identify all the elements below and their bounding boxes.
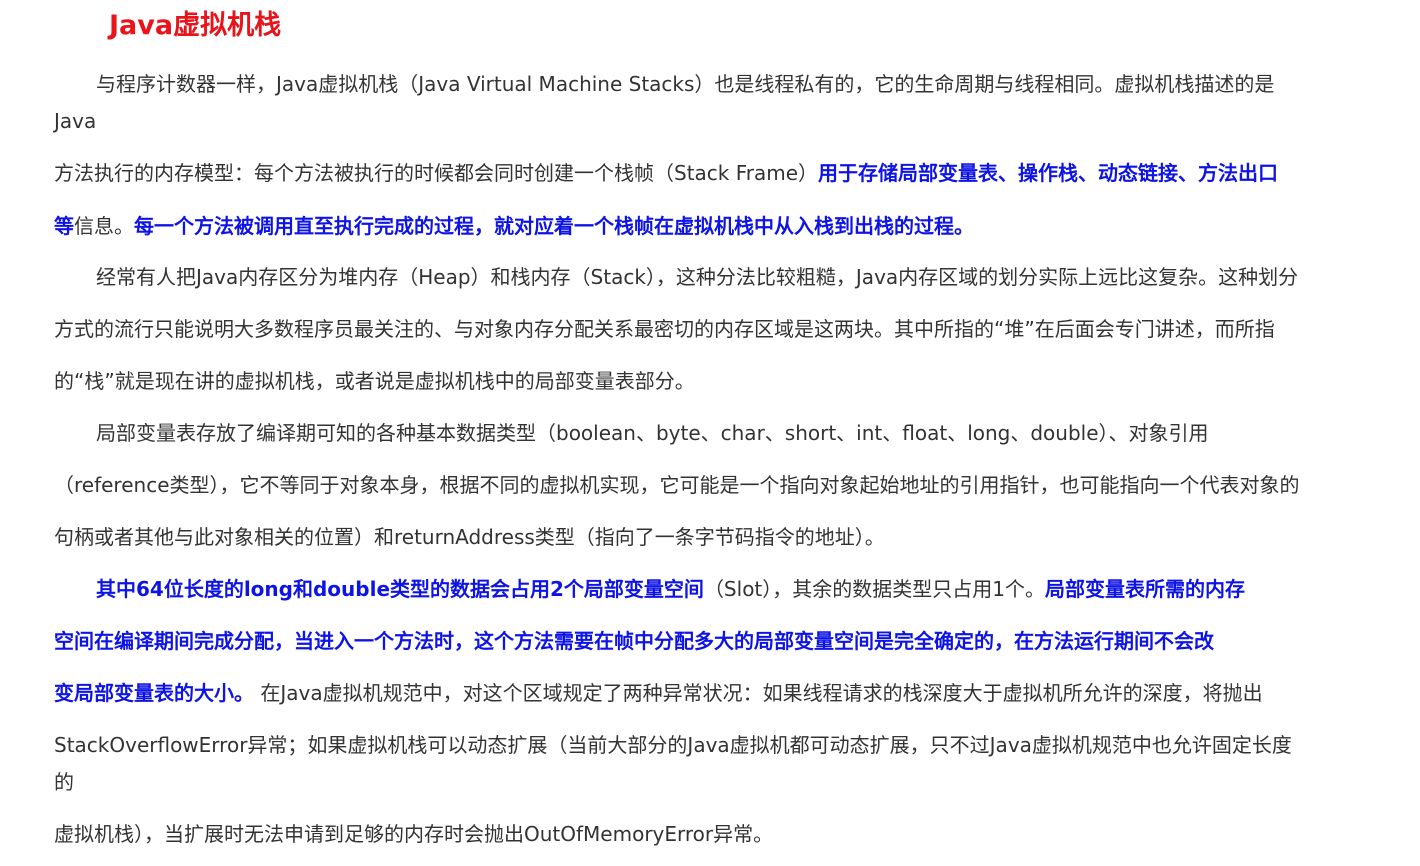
text-segment: 虚拟机栈），当扩展时无法申请到足够的内存时会抛出OutOfMemoryError… bbox=[54, 822, 774, 846]
paragraph-3-line-1: 局部变量表存放了编译期可知的各种基本数据类型（boolean、byte、char… bbox=[96, 418, 1209, 448]
highlight-text: 等 bbox=[54, 214, 74, 238]
paragraph-4-line-6: 虚拟机栈），当扩展时无法申请到足够的内存时会抛出OutOfMemoryError… bbox=[54, 819, 773, 849]
paragraph-2-line-1: 经常有人把Java内存区分为堆内存（Heap）和栈内存（Stack），这种分法比… bbox=[96, 262, 1298, 292]
paragraph-3-line-3: 句柄或者其他与此对象相关的位置）和returnAddress类型（指向了一条字节… bbox=[54, 522, 885, 552]
text-segment: 在Java虚拟机规范中，对这个区域规定了两种异常状况：如果线程请求的栈深度大于虚… bbox=[254, 681, 1263, 705]
text-segment: 的“栈”就是现在讲的虚拟机栈，或者说是虚拟机栈中的局部变量表部分。 bbox=[54, 369, 695, 393]
paragraph-2-line-2: 方式的流行只能说明大多数程序员最关注的、与对象内存分配关系最密切的内存区域是这两… bbox=[54, 314, 1275, 344]
paragraph-3-line-2: （reference类型），它不等同于对象本身，根据不同的虚拟机实现，它可能是一… bbox=[54, 470, 1300, 500]
text-segment: Java bbox=[54, 109, 97, 133]
highlight-text: 变局部变量表的大小。 bbox=[54, 681, 254, 705]
paragraph-4-line-3: 变局部变量表的大小。 在Java虚拟机规范中，对这个区域规定了两种异常状况：如果… bbox=[54, 678, 1263, 708]
highlight-text: 用于存储局部变量表、操作栈、动态链接、方法出口 bbox=[818, 161, 1279, 185]
highlight-text: 局部变量表所需的内存 bbox=[1045, 577, 1245, 601]
paragraph-4-line-4: StackOverflowError异常；如果虚拟机栈可以动态扩展（当前大部分的… bbox=[54, 730, 1292, 760]
text-segment: 方法执行的内存模型：每个方法被执行的时候都会同时创建一个栈帧（Stack Fra… bbox=[54, 161, 819, 185]
text-segment: 信息。 bbox=[74, 214, 134, 238]
text-segment: 句柄或者其他与此对象相关的位置）和returnAddress类型（指向了一条字节… bbox=[54, 525, 885, 549]
highlight-text: 其中64位长度的long和double类型的数据会占用2个局部变量空间 bbox=[96, 577, 704, 601]
highlight-text: 每一个方法被调用直至执行完成的过程，就对应着一个栈帧在虚拟机栈中从入栈到出栈的过… bbox=[134, 214, 974, 238]
text-segment: 与程序计数器一样，Java虚拟机栈（Java Virtual Machine S… bbox=[96, 72, 1275, 96]
paragraph-1-line-3: 方法执行的内存模型：每个方法被执行的时候都会同时创建一个栈帧（Stack Fra… bbox=[54, 158, 1278, 188]
paragraph-4-line-2: 空间在编译期间完成分配，当进入一个方法时，这个方法需要在帧中分配多大的局部变量空… bbox=[54, 626, 1214, 656]
paragraph-4-line-5: 的 bbox=[54, 767, 74, 797]
text-segment: 的 bbox=[54, 770, 74, 794]
highlight-text: 空间在编译期间完成分配，当进入一个方法时，这个方法需要在帧中分配多大的局部变量空… bbox=[54, 629, 1214, 653]
paragraph-4-line-1: 其中64位长度的long和double类型的数据会占用2个局部变量空间（Slot… bbox=[96, 574, 1245, 604]
text-segment: 方式的流行只能说明大多数程序员最关注的、与对象内存分配关系最密切的内存区域是这两… bbox=[54, 317, 1275, 341]
text-segment: 经常有人把Java内存区分为堆内存（Heap）和栈内存（Stack），这种分法比… bbox=[96, 265, 1299, 289]
text-segment: StackOverflowError异常；如果虚拟机栈可以动态扩展（当前大部分的… bbox=[54, 733, 1292, 757]
paragraph-1-line-1: 与程序计数器一样，Java虚拟机栈（Java Virtual Machine S… bbox=[96, 69, 1274, 99]
text-segment: （Slot），其余的数据类型只占用1个。 bbox=[703, 577, 1045, 601]
paragraph-1-line-4: 等信息。每一个方法被调用直至执行完成的过程，就对应着一个栈帧在虚拟机栈中从入栈到… bbox=[54, 211, 974, 241]
paragraph-1-line-2: Java bbox=[54, 106, 96, 136]
paragraph-2-line-3: 的“栈”就是现在讲的虚拟机栈，或者说是虚拟机栈中的局部变量表部分。 bbox=[54, 366, 695, 396]
text-segment: （reference类型），它不等同于对象本身，根据不同的虚拟机实现，它可能是一… bbox=[54, 473, 1300, 497]
article-title: Java虚拟机栈 bbox=[109, 10, 282, 41]
text-segment: 局部变量表存放了编译期可知的各种基本数据类型（boolean、byte、char… bbox=[96, 421, 1209, 445]
